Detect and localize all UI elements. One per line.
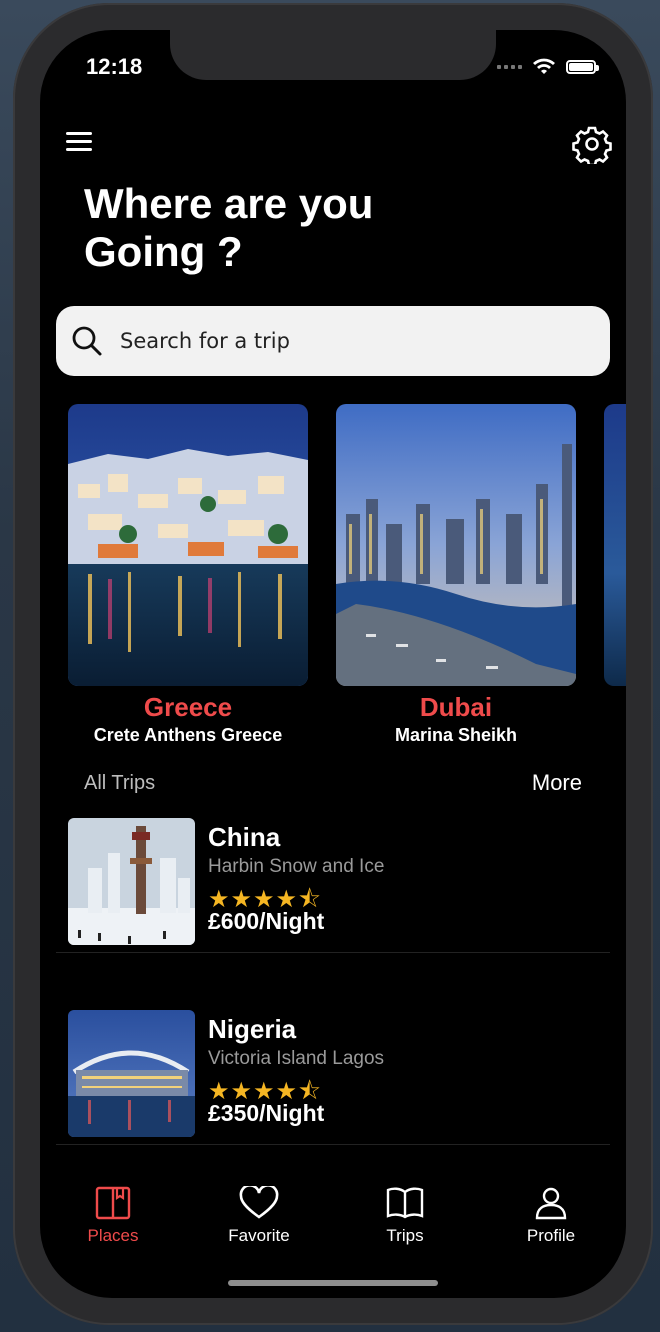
- home-indicator: [228, 1280, 438, 1286]
- open-book-icon: [386, 1187, 424, 1219]
- trip-row-china[interactable]: China Harbin Snow and Ice ★★★★⯪ £600/Nig…: [56, 798, 610, 953]
- featured-subtitle: Crete Anthens Greece: [93, 725, 283, 745]
- trip-price: £600/Night: [208, 908, 325, 934]
- search-icon: [72, 326, 102, 356]
- book-icon: [95, 1186, 131, 1220]
- trip-subtitle: Victoria Island Lagos: [208, 1048, 385, 1069]
- tab-profile[interactable]: Profile: [496, 1186, 606, 1246]
- featured-name: Greece: [143, 692, 233, 722]
- tab-label: Trips: [386, 1226, 424, 1245]
- featured-subtitle: Marina Sheikh: [394, 725, 518, 745]
- tab-label: Favorite: [228, 1226, 290, 1245]
- wifi-icon: [533, 58, 555, 74]
- trip-subtitle: Harbin Snow and Ice: [208, 856, 385, 877]
- featured-photo: [604, 404, 626, 686]
- nigeria-photo: [68, 1010, 195, 1137]
- tab-favorite[interactable]: Favorite: [204, 1186, 314, 1246]
- china-photo: [68, 818, 195, 945]
- trip-price: £350/Night: [208, 1100, 325, 1126]
- featured-card-greece[interactable]: Greece Crete Anthens Greece: [68, 404, 308, 746]
- tab-bar: Places Favorite Trips Profile: [40, 1170, 626, 1298]
- status-time: 12:18: [86, 54, 143, 79]
- trip-name: Nigeria: [208, 1014, 297, 1044]
- greece-photo: [68, 404, 308, 686]
- search-input[interactable]: [118, 328, 542, 354]
- featured-carousel[interactable]: Greece Crete Anthens Greece Dubai Marina…: [68, 404, 626, 754]
- gear-icon[interactable]: [572, 124, 612, 164]
- featured-name: Dubai: [419, 692, 493, 722]
- notch: [170, 30, 496, 80]
- status-icons: [497, 58, 599, 76]
- featured-card-dubai[interactable]: Dubai Marina Sheikh: [336, 404, 576, 746]
- more-link[interactable]: More: [532, 770, 582, 796]
- page-title: Where are you Going ?: [84, 180, 374, 275]
- hamburger-menu-button[interactable]: [66, 132, 96, 158]
- tab-trips[interactable]: Trips: [350, 1186, 460, 1246]
- search-bar[interactable]: [56, 306, 610, 376]
- trip-row-nigeria[interactable]: Nigeria Victoria Island Lagos ★★★★⯪ £350…: [56, 990, 610, 1145]
- trip-name: China: [208, 822, 281, 852]
- app-screen: 12:18 Where are you Going ? Search for a…: [40, 30, 626, 1298]
- featured-card-peek[interactable]: [604, 404, 626, 686]
- tab-places[interactable]: Places: [58, 1186, 168, 1246]
- dubai-photo: [336, 404, 576, 686]
- phone-screen: 12:18 Where are you Going ? Search for a…: [40, 30, 626, 1298]
- tab-label: Profile: [526, 1226, 576, 1245]
- battery-icon: [566, 60, 599, 74]
- tab-label: Places: [87, 1226, 139, 1245]
- all-trips-heading: All Trips: [84, 772, 156, 794]
- phone-frame: 12:18 Where are you Going ? Search for a…: [13, 3, 653, 1325]
- person-icon: [535, 1187, 567, 1220]
- heart-icon: [239, 1186, 279, 1219]
- signal-icon: [497, 65, 522, 69]
